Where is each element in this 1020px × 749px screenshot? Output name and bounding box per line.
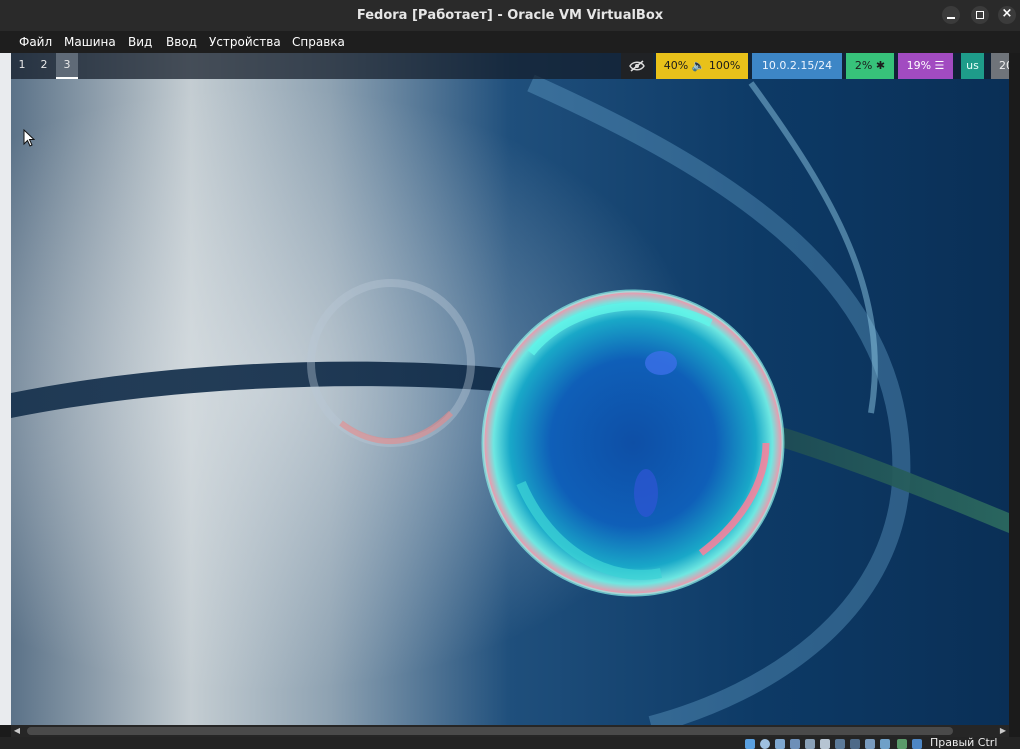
guest-status-bar: 1 2 3 40% 🔈 100% 10.0.2.15/24 2% ✱ 19% ☰… [11, 53, 1009, 79]
workspace-2[interactable]: 2 [33, 53, 55, 79]
menu-input[interactable]: Ввод [166, 35, 197, 49]
menu-devices[interactable]: Устройства [209, 35, 281, 49]
menu-file[interactable]: Файл [19, 35, 52, 49]
horizontal-scrollbar[interactable]: ◀ ▶ [11, 725, 1009, 737]
hard-disk-icon[interactable] [745, 739, 755, 749]
mouse-pointer-icon [23, 129, 35, 147]
minimize-button[interactable] [942, 6, 960, 24]
window-title: Fedora [Работает] - Oracle VM VirtualBox [356, 8, 664, 23]
workspace-3[interactable]: 3 [56, 53, 78, 79]
eye-slash-icon [621, 53, 653, 79]
workspace-1[interactable]: 1 [11, 53, 33, 79]
host-background-strip [0, 53, 11, 725]
menu-machine[interactable]: Машина [64, 35, 116, 49]
scroll-left-arrow-icon[interactable]: ◀ [11, 725, 23, 737]
display-icon[interactable] [835, 739, 845, 749]
clock-block: 20 [991, 53, 1009, 79]
usb-icon[interactable] [805, 739, 815, 749]
network-adapter-icon[interactable] [790, 739, 800, 749]
wallpaper-image [11, 53, 1009, 725]
recording-icon[interactable] [850, 739, 860, 749]
host-key-icon[interactable] [912, 739, 922, 749]
close-button[interactable] [998, 5, 1016, 24]
maximize-button[interactable] [971, 6, 989, 24]
memory-usage-block: 19% ☰ [898, 53, 953, 79]
host-key-label: Правый Ctrl [930, 736, 998, 749]
keyboard-capture-icon[interactable] [897, 739, 907, 749]
audio-volume-block[interactable]: 40% 🔈 100% [656, 53, 748, 79]
window-titlebar: Fedora [Работает] - Oracle VM VirtualBox [0, 0, 1020, 31]
window-right-edge [1009, 53, 1020, 725]
menu-bar: Файл Машина Вид Ввод Устройства Справка [0, 31, 1020, 53]
menu-view[interactable]: Вид [128, 35, 152, 49]
scroll-right-arrow-icon[interactable]: ▶ [997, 725, 1009, 737]
menu-help[interactable]: Справка [292, 35, 345, 49]
shared-folders-icon[interactable] [820, 739, 830, 749]
optical-drive-icon[interactable] [760, 739, 770, 749]
scrollbar-thumb[interactable] [27, 727, 953, 735]
vm-display[interactable]: 1 2 3 40% 🔈 100% 10.0.2.15/24 2% ✱ 19% ☰… [11, 53, 1009, 725]
cpu-indicator-icon[interactable] [865, 739, 875, 749]
audio-device-icon[interactable] [775, 739, 785, 749]
keyboard-layout-block[interactable]: us [961, 53, 984, 79]
mouse-integration-icon[interactable] [880, 739, 890, 749]
network-address-block: 10.0.2.15/24 [752, 53, 842, 79]
vm-status-bar: Правый Ctrl [0, 736, 1020, 749]
cpu-usage-block: 2% ✱ [846, 53, 894, 79]
